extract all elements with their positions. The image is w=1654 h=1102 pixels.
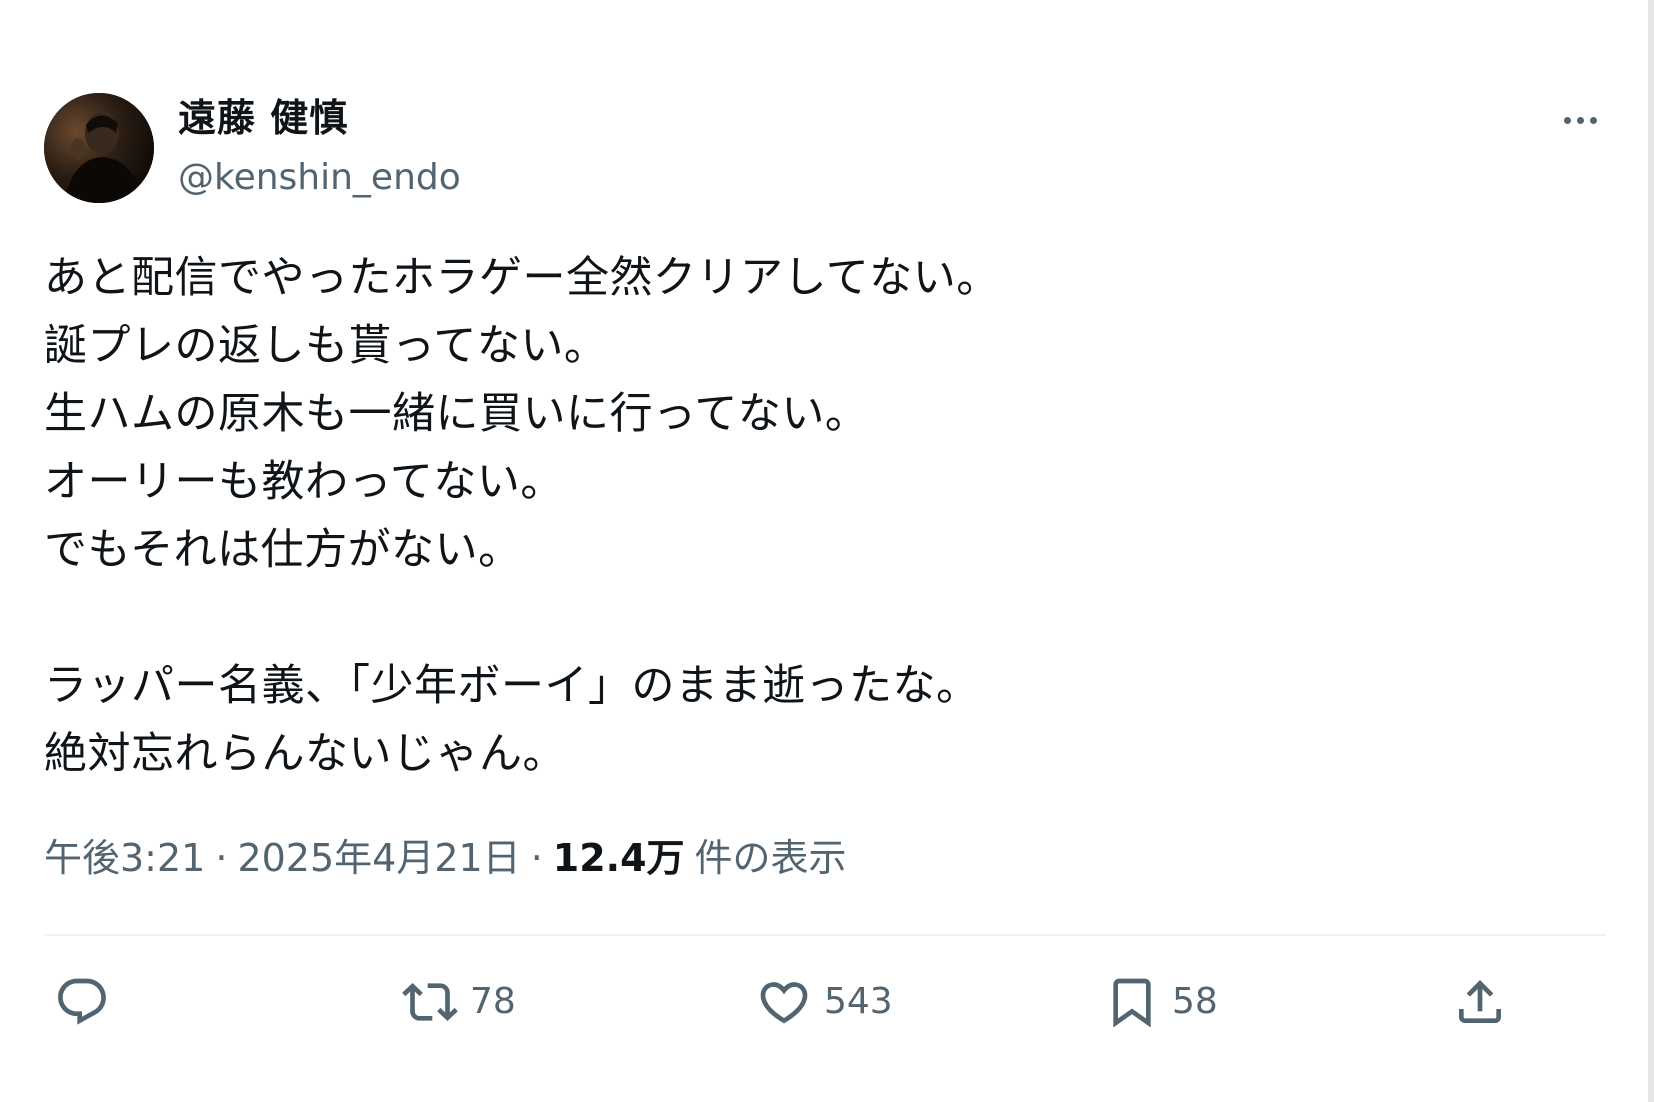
bookmark-count: 58 <box>1172 981 1218 1022</box>
tweet-text: あと配信でやったホラゲー全然クリアしてない。 誕プレの返しも貰ってない。 生ハム… <box>44 244 1584 788</box>
tweet-line: あと配信でやったホラゲー全然クリアしてない。 <box>44 253 1000 303</box>
more-dot-icon <box>1576 116 1584 124</box>
tweet-date[interactable]: 2025年4月21日 <box>237 836 520 880</box>
tweet-line: でもそれは仕方がない。 <box>44 525 522 575</box>
more-dot-icon <box>1563 116 1571 124</box>
tweet-line: 絶対忘れらんないじゃん。 <box>44 729 566 779</box>
more-dot-icon <box>1589 116 1597 124</box>
action-bar: 78 543 58 <box>44 970 1606 1034</box>
tweet-meta: 午後3:21 · 2025年4月21日 · 12.4万 件の表示 <box>44 832 847 884</box>
reply-icon <box>58 978 106 1025</box>
tweet-header: 遠藤 健慎 @kenshin_endo <box>44 92 461 204</box>
tweet-line: 生ハムの原木も一緒に買いに行ってない。 <box>44 389 869 439</box>
like-count: 543 <box>824 981 893 1022</box>
retweet-icon <box>402 983 458 1021</box>
avatar-image <box>44 93 154 203</box>
avatar[interactable] <box>44 93 154 203</box>
share-button[interactable] <box>1452 970 1520 1034</box>
more-options-button[interactable] <box>1554 100 1606 140</box>
share-icon <box>1459 980 1501 1023</box>
tweet-line: オーリーも教わってない。 <box>44 457 564 507</box>
tweet-page: 遠藤 健慎 @kenshin_endo あと配信でやったホラゲー全然クリアしてな… <box>0 0 1654 1102</box>
tweet-line: ラッパー名義、「少年ボーイ」のまま逝ったな。 <box>44 661 980 711</box>
views-count[interactable]: 12.4万 <box>553 836 685 880</box>
bookmark-icon <box>1113 978 1151 1028</box>
scrollbar-edge <box>1648 0 1654 1102</box>
user-names: 遠藤 健慎 @kenshin_endo <box>178 92 461 204</box>
views-label: 件の表示 <box>694 836 847 880</box>
like-button[interactable]: 543 <box>756 970 893 1034</box>
bookmark-button[interactable]: 58 <box>1104 970 1218 1034</box>
reply-button[interactable] <box>54 970 122 1034</box>
retweet-count: 78 <box>470 981 516 1022</box>
meta-separator: · <box>530 836 543 880</box>
tweet-time[interactable]: 午後3:21 <box>44 836 205 880</box>
tweet-line: 誕プレの返しも貰ってない。 <box>44 321 608 371</box>
divider <box>44 934 1606 936</box>
heart-icon <box>760 982 808 1024</box>
retweet-button[interactable]: 78 <box>402 970 516 1034</box>
user-handle[interactable]: @kenshin_endo <box>178 152 461 204</box>
display-name[interactable]: 遠藤 健慎 <box>178 92 461 144</box>
meta-separator: · <box>215 836 228 880</box>
